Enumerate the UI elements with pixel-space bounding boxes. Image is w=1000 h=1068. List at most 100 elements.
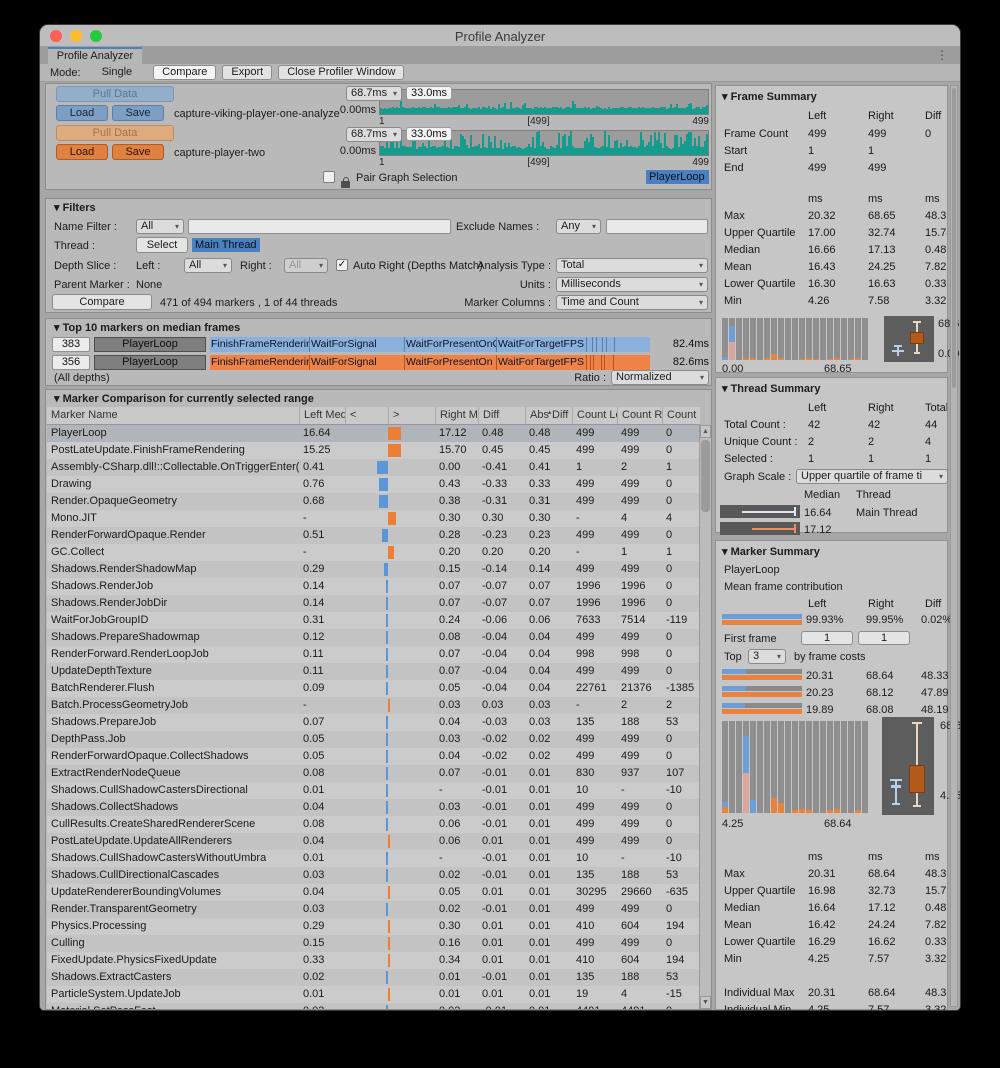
median-frame-index-button[interactable]: 356 <box>52 355 90 370</box>
scroll-down-icon[interactable]: ▼ <box>700 996 711 1009</box>
marker-segment[interactable] <box>594 355 602 370</box>
column-header[interactable]: Count Left <box>572 407 617 424</box>
auto-right-checkbox[interactable]: ✓ <box>336 259 348 271</box>
marker-segment[interactable]: WaitForSignal <box>310 337 405 352</box>
marker-segment[interactable]: WaitForSignal <box>310 355 405 370</box>
table-row[interactable]: RenderForwardOpaque.Render0.510.28-0.230… <box>47 527 700 544</box>
marker-comparison-title[interactable]: ▾ Marker Comparison for currently select… <box>54 392 314 406</box>
table-row[interactable]: Shadows.CollectShadows0.040.03-0.010.014… <box>47 799 700 816</box>
table-row[interactable]: PostLateUpdate.FinishFrameRendering15.25… <box>47 442 700 459</box>
table-row[interactable]: Material.SetPassFast0.030.02-0.010.01449… <box>47 1003 700 1009</box>
table-row[interactable]: RenderForwardOpaque.CollectShadows0.050.… <box>47 748 700 765</box>
column-header[interactable]: > <box>388 407 435 424</box>
selected-marker-chip[interactable]: PlayerLoop <box>646 170 709 184</box>
right-panel-scrollbar[interactable] <box>950 85 958 1007</box>
scrollbar-thumb[interactable] <box>952 88 956 388</box>
graph-range-dropdown-right[interactable]: 68.7ms▾ <box>346 127 402 142</box>
close-profiler-window-button[interactable]: Close Profiler Window <box>278 65 404 80</box>
column-header[interactable]: Diff <box>478 407 525 424</box>
exclude-mode-dropdown[interactable]: Any▾ <box>556 219 601 234</box>
frame-summary-title[interactable]: ▾ Frame Summary <box>722 90 817 104</box>
load-right-button[interactable]: Load <box>56 144 108 160</box>
table-row[interactable]: Physics.Processing0.290.300.010.01410604… <box>47 918 700 935</box>
thread-summary-title[interactable]: ▾ Thread Summary <box>722 382 820 396</box>
marker-segment[interactable]: FinishFrameRendering <box>210 355 310 370</box>
ratio-dropdown[interactable]: Normalized▾ <box>611 370 709 385</box>
table-row[interactable]: Shadows.CullShadowCastersWithoutUmbra0.0… <box>47 850 700 867</box>
frame-summary-histogram[interactable] <box>722 318 872 360</box>
column-header[interactable]: < <box>345 407 388 424</box>
tab-profile-analyzer[interactable]: Profile Analyzer <box>48 47 142 64</box>
table-row[interactable]: Render.TransparentGeometry0.030.02-0.010… <box>47 901 700 918</box>
pair-graph-selection-checkbox[interactable] <box>323 171 335 183</box>
marker-segment[interactable] <box>607 337 615 352</box>
table-row[interactable]: Shadows.PrepareJob0.070.04-0.030.0313518… <box>47 714 700 731</box>
table-row[interactable]: Shadows.CullDirectionalCascades0.030.02-… <box>47 867 700 884</box>
column-header[interactable]: Right Median <box>435 407 478 424</box>
top-count-dropdown[interactable]: 3▾ <box>748 649 786 664</box>
median-frame-index-button[interactable]: 383 <box>52 337 90 352</box>
marker-segment[interactable]: FinishFrameRendering <box>210 337 310 352</box>
table-row[interactable]: UpdateRendererBoundingVolumes0.040.050.0… <box>47 884 700 901</box>
table-row[interactable]: GC.Collect-0.200.200.20-11 <box>47 544 700 561</box>
marker-segment[interactable] <box>605 355 614 370</box>
column-header[interactable]: Left Median <box>299 407 345 424</box>
mode-compare-button[interactable]: Compare <box>153 65 216 80</box>
table-row[interactable]: RenderForward.RenderLoopJob0.110.07-0.04… <box>47 646 700 663</box>
analysis-type-dropdown[interactable]: Total▾ <box>556 258 708 273</box>
table-row[interactable]: DepthPass.Job0.050.03-0.020.024994990 <box>47 731 700 748</box>
table-row[interactable]: Shadows.RenderJobDir0.140.07-0.070.07199… <box>47 595 700 612</box>
marker-summary-boxplot[interactable] <box>882 717 934 815</box>
export-button[interactable]: Export <box>222 65 272 80</box>
first-frame-right-button[interactable]: 1 <box>858 631 910 645</box>
mode-single-button[interactable]: Single <box>87 65 148 80</box>
marker-segment[interactable]: WaitForPresentOn <box>405 355 497 370</box>
units-dropdown[interactable]: Milliseconds▾ <box>556 277 708 292</box>
table-row[interactable]: ExtractRenderNodeQueue0.080.07-0.010.018… <box>47 765 700 782</box>
table-row[interactable]: Shadows.ExtractCasters0.020.01-0.010.011… <box>47 969 700 986</box>
marker-summary-histogram[interactable] <box>722 721 872 813</box>
marker-segment-root[interactable]: PlayerLoop <box>94 355 206 370</box>
table-row[interactable]: Shadows.PrepareShadowmap0.120.08-0.040.0… <box>47 629 700 646</box>
graph-scale-dropdown[interactable]: Upper quartile of frame ti▾ <box>796 469 948 484</box>
thread-range-graph[interactable] <box>720 505 800 518</box>
scroll-up-icon[interactable]: ▲ <box>700 425 711 438</box>
name-filter-mode-dropdown[interactable]: All▾ <box>136 219 184 234</box>
column-header[interactable]: Marker Name <box>47 407 299 424</box>
marker-segment-root[interactable]: PlayerLoop <box>94 337 206 352</box>
top10-title[interactable]: ▾ Top 10 markers on median frames <box>54 321 240 335</box>
table-row[interactable]: ParticleSystem.UpdateJob0.010.010.010.01… <box>47 986 700 1003</box>
marker-segment[interactable]: WaitForTargetFPS <box>497 355 587 370</box>
table-scrollbar[interactable]: ▲ ▼ <box>699 425 711 1009</box>
marker-columns-dropdown[interactable]: Time and Count▾ <box>556 295 708 310</box>
filters-title[interactable]: ▾ Filters <box>54 201 96 215</box>
save-right-button[interactable]: Save <box>112 144 164 160</box>
marker-segment[interactable]: WaitForPresentOnG <box>405 337 497 352</box>
table-row[interactable]: Shadows.CullShadowCastersDirectional0.01… <box>47 782 700 799</box>
column-header[interactable]: Abs Diff▲ <box>525 407 572 424</box>
table-row[interactable]: WaitForJobGroupID0.310.24-0.060.06763375… <box>47 612 700 629</box>
name-filter-input[interactable] <box>188 219 451 234</box>
table-row[interactable]: Assembly-CSharp.dll!::Collectable.OnTrig… <box>47 459 700 476</box>
graph-range-dropdown-left[interactable]: 68.7ms▾ <box>346 86 402 101</box>
frame-summary-boxplot[interactable] <box>884 316 934 362</box>
table-row[interactable]: BatchRenderer.Flush0.090.05-0.040.042276… <box>47 680 700 697</box>
table-row[interactable]: Shadows.RenderJob0.140.07-0.070.07199619… <box>47 578 700 595</box>
thread-value-chip[interactable]: Main Thread <box>192 238 260 252</box>
save-left-button[interactable]: Save <box>112 105 164 121</box>
pull-data-left-button[interactable]: Pull Data <box>56 86 174 102</box>
table-row[interactable]: Batch.ProcessGeometryJob-0.030.030.03-22 <box>47 697 700 714</box>
marker-segment[interactable]: WaitForTargetFPS <box>497 337 587 352</box>
table-row[interactable]: Culling0.150.160.010.014994990 <box>47 935 700 952</box>
depth-left-dropdown[interactable]: All▾ <box>184 258 232 273</box>
table-row[interactable]: Mono.JIT-0.300.300.30-44 <box>47 510 700 527</box>
table-row[interactable]: UpdateDepthTexture0.110.07-0.040.0449949… <box>47 663 700 680</box>
column-header[interactable]: Count Delta <box>662 407 700 424</box>
table-row[interactable]: PlayerLoop16.6417.120.480.484994990 <box>47 425 700 442</box>
kebab-menu-icon[interactable]: ⋮ <box>936 48 948 63</box>
pull-data-right-button[interactable]: Pull Data <box>56 125 174 141</box>
first-frame-left-button[interactable]: 1 <box>801 631 853 645</box>
lock-icon[interactable] <box>341 181 350 188</box>
exclude-names-input[interactable] <box>606 219 708 234</box>
compare-button[interactable]: Compare <box>52 294 152 310</box>
